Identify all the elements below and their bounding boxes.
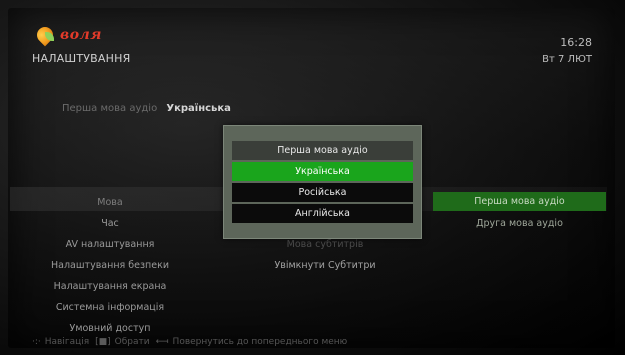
clock-date: Вт 7 ЛЮТ <box>542 54 592 65</box>
navigation-arrows-icon: ·:· <box>32 337 41 347</box>
option-ukrainian[interactable]: Українська <box>232 162 413 181</box>
footer-select-label: Обрати <box>114 337 150 347</box>
audio-setting-value: Українська <box>166 103 231 114</box>
menu-item-av-settings[interactable]: AV налаштування <box>20 234 200 255</box>
audio-setting-label: Перша мова аудіо <box>62 103 158 114</box>
footer-navigate-label: Навігація <box>44 337 90 347</box>
logo-drop-icon <box>33 23 57 47</box>
language-submenu: Мова субтитрів Увімкнути Субтитри <box>240 234 410 276</box>
menu-item-screen[interactable]: Налаштування екрана <box>20 276 200 297</box>
option-russian[interactable]: Російська <box>232 183 413 202</box>
logo-text: воля <box>60 27 102 43</box>
option-english[interactable]: Англійська <box>232 204 413 223</box>
footer-back-label: Повернутись до попереднього меню <box>172 337 348 347</box>
menu-item-system-info[interactable]: Системна інформація <box>20 297 200 318</box>
page-title: НАЛАШТУВАННЯ <box>32 52 131 65</box>
dialog-title: Перша мова аудіо <box>232 141 413 160</box>
menu-item-time[interactable]: Час <box>20 213 200 234</box>
ok-button-icon: [■] <box>95 337 111 347</box>
list-item-first-audio-language[interactable]: Перша мова аудіо <box>433 192 606 211</box>
back-button-icon: ⟻ <box>155 337 169 347</box>
menu-item-language[interactable]: Мова <box>20 192 200 213</box>
dialog-options: Українська Російська Англійська <box>232 162 413 225</box>
clock-time: 16:28 <box>560 36 592 49</box>
tv-screen: воля НАЛАШТУВАННЯ 16:28 Вт 7 ЛЮТ Перша м… <box>0 0 625 355</box>
footer-hints: ·:· Навігація [■] Обрати ⟻ Повернутись д… <box>10 334 607 350</box>
menu-item-security[interactable]: Налаштування безпеки <box>20 255 200 276</box>
settings-menu: Мова Час AV налаштування Налаштування бе… <box>20 192 200 339</box>
brand-logo: воля <box>33 23 102 47</box>
audio-language-list: Перша мова аудіо Друга мова аудіо <box>433 192 606 236</box>
list-item-second-audio-language[interactable]: Друга мова аудіо <box>433 214 606 233</box>
submenu-item-enable-subtitles[interactable]: Увімкнути Субтитри <box>240 255 410 276</box>
language-select-dialog: Перша мова аудіо Українська Російська Ан… <box>223 125 422 239</box>
current-audio-setting: Перша мова аудіо Українська <box>62 103 231 114</box>
